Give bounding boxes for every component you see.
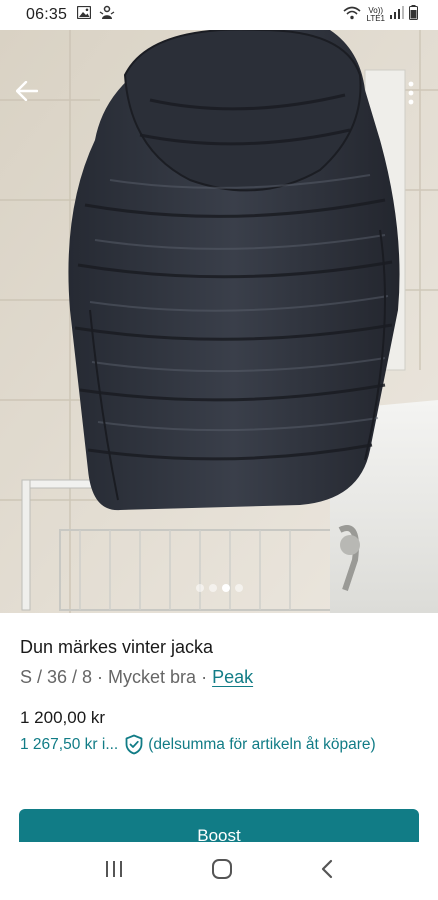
home-button[interactable] (211, 858, 233, 885)
status-bar: 06:35 Vo)) LTE1 (0, 0, 438, 30)
network-lte-label: LTE1 (366, 14, 385, 23)
brand-link[interactable]: Peak (212, 667, 253, 687)
back-button[interactable] (12, 76, 42, 106)
network-type: Vo)) LTE1 (366, 7, 385, 23)
product-photo-carousel[interactable] (0, 30, 438, 613)
carousel-dot[interactable] (195, 584, 204, 592)
listing-details: Dun märkes vinter jacka S / 36 / 8 · Myc… (20, 635, 420, 689)
carousel-dot[interactable] (208, 584, 217, 592)
status-time: 06:35 (26, 6, 68, 23)
recent-apps-icon (105, 860, 122, 877)
carousel-indicator (0, 584, 438, 592)
home-icon (211, 858, 232, 879)
price-incl-truncated: i... (101, 735, 119, 753)
shield-check-icon (124, 734, 144, 755)
carousel-dot[interactable] (221, 584, 230, 592)
battery-icon (409, 5, 418, 25)
gallery-icon (76, 5, 92, 24)
more-vertical-icon (408, 81, 414, 105)
notification-icon (99, 5, 115, 25)
buyer-protection-note: (delsumma för artikeln åt köpare) (148, 735, 376, 753)
listing-meta: S / 36 / 8 · Mycket bra · Peak (20, 665, 420, 689)
chevron-left-icon (322, 859, 333, 878)
listing-price: 1 200,00 kr (20, 708, 106, 727)
buyer-protection-price[interactable]: 1 267,50 kr i... (delsumma för artikeln … (20, 734, 430, 755)
system-back-button[interactable] (320, 859, 334, 884)
price-incl-value: 1 267,50 kr (20, 735, 98, 753)
carousel-dot[interactable] (234, 584, 243, 592)
signal-icon (390, 6, 404, 24)
arrow-left-icon (16, 81, 38, 101)
listing-title: Dun märkes vinter jacka (20, 637, 214, 657)
recent-apps-button[interactable] (104, 860, 124, 883)
system-nav-bar (0, 842, 438, 900)
wifi-icon (343, 6, 361, 25)
product-photo (0, 30, 438, 613)
listing-attributes: S / 36 / 8 · Mycket bra · (20, 667, 213, 687)
more-options-button[interactable] (396, 76, 426, 110)
